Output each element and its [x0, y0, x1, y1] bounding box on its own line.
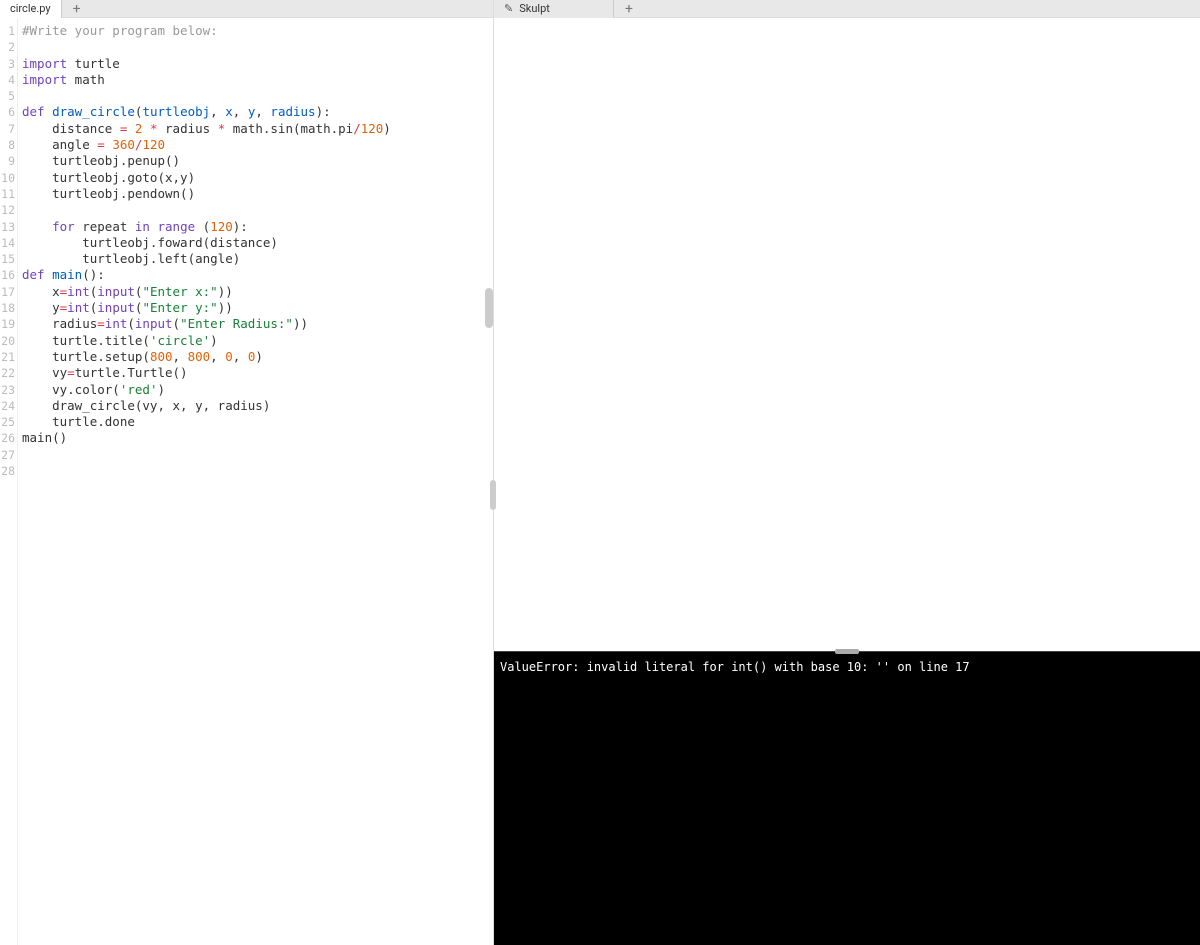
- tab-file-circle[interactable]: circle.py: [0, 0, 62, 18]
- tab-add-left[interactable]: +: [62, 0, 92, 18]
- editor-scrollbar-vertical[interactable]: [485, 288, 493, 328]
- tab-skulpt[interactable]: ✎ Skulpt: [494, 0, 614, 18]
- pencil-icon: ✎: [504, 2, 513, 15]
- output-panel: ✎ Skulpt + ValueError: invalid literal f…: [494, 0, 1200, 945]
- code-content[interactable]: #Write your program below: import turtle…: [18, 18, 493, 945]
- console-output[interactable]: ValueError: invalid literal for int() wi…: [494, 651, 1200, 945]
- code-editor[interactable]: 1234567891011121314151617181920212223242…: [0, 18, 493, 945]
- panel-resize-handle[interactable]: [490, 480, 496, 510]
- tab-add-right[interactable]: +: [614, 0, 644, 18]
- tab-label: circle.py: [10, 2, 51, 15]
- plus-icon: +: [73, 1, 81, 17]
- editor-tabbar: circle.py +: [0, 0, 493, 18]
- tab-label: Skulpt: [519, 2, 550, 15]
- line-number-gutter: 1234567891011121314151617181920212223242…: [0, 18, 18, 945]
- editor-panel: circle.py + 1234567891011121314151617181…: [0, 0, 494, 945]
- plus-icon: +: [625, 1, 633, 17]
- turtle-canvas: [494, 18, 1200, 651]
- console-resize-handle[interactable]: [835, 649, 859, 654]
- output-tabbar: ✎ Skulpt +: [494, 0, 1200, 18]
- console-error-line: ValueError: invalid literal for int() wi…: [500, 660, 1194, 674]
